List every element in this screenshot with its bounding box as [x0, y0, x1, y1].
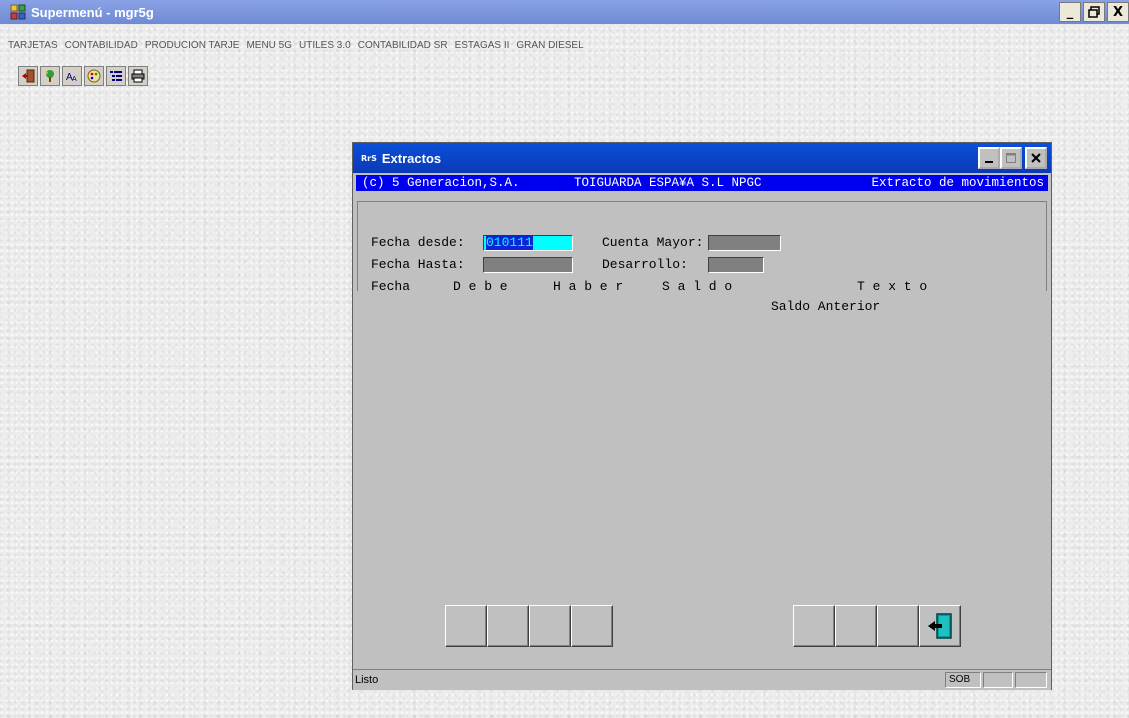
- action-button-7[interactable]: [877, 605, 919, 647]
- action-button-1[interactable]: [445, 605, 487, 647]
- menu-item-contabilidad-sr[interactable]: CONTABILIDAD SR: [358, 40, 448, 56]
- extractos-minimize-button[interactable]: [978, 147, 1000, 169]
- right-button-group: [793, 605, 961, 647]
- restore-icon: [1088, 6, 1100, 18]
- extractos-titlebar: RrS Extractos: [353, 143, 1051, 173]
- list-tree-icon: [110, 71, 122, 81]
- menu-item-tarjetas[interactable]: TARJETAS: [8, 40, 58, 56]
- restore-button[interactable]: [1083, 2, 1105, 22]
- main-titlebar: Supermenú - mgr5g _ X: [0, 0, 1129, 24]
- status-panel-2: [983, 672, 1013, 688]
- cuenta-mayor-input[interactable]: [708, 235, 781, 251]
- menu-item-contabilidad[interactable]: CONTABILIDAD: [65, 40, 138, 56]
- fecha-hasta-label: Fecha Hasta:: [371, 257, 465, 272]
- cuenta-mayor-label: Cuenta Mayor:: [602, 235, 704, 250]
- print-toolbar-button[interactable]: [128, 66, 148, 86]
- status-panel-3: [1015, 672, 1047, 688]
- tree-toolbar-button[interactable]: [40, 66, 60, 86]
- saldo-anterior-text: Saldo Anterior: [771, 299, 881, 314]
- left-button-group: [445, 605, 613, 647]
- extractos-close-button[interactable]: [1025, 147, 1047, 169]
- list-toolbar-button[interactable]: [106, 66, 126, 86]
- fecha-desde-label: Fecha desde:: [371, 235, 465, 250]
- action-button-5[interactable]: [793, 605, 835, 647]
- menu-item-utiles[interactable]: UTILES 3.0: [299, 40, 351, 56]
- desarrollo-label: Desarrollo:: [602, 257, 688, 272]
- fecha-hasta-input[interactable]: [483, 257, 573, 273]
- action-button-3[interactable]: [529, 605, 571, 647]
- status-text: Listo: [355, 674, 379, 686]
- action-button-2[interactable]: [487, 605, 529, 647]
- svg-text:A: A: [72, 76, 77, 83]
- close-icon: [1031, 153, 1041, 163]
- extractos-window: RrS Extractos (c) 5 Generacion,S.A. TOIG…: [352, 142, 1052, 690]
- exit-door-icon: [928, 613, 952, 639]
- column-fecha: Fecha: [371, 279, 411, 294]
- status-panel-sob: SOB: [945, 672, 981, 688]
- frame-corner-right: [1046, 281, 1047, 291]
- copyright-text: (c) 5 Generacion,S.A.: [362, 176, 520, 190]
- app-icon: [10, 4, 26, 20]
- app-title: Supermenú - mgr5g: [31, 4, 154, 20]
- exit-door-icon: [22, 69, 35, 83]
- menu-item-estagas[interactable]: ESTAGAS II: [455, 40, 510, 56]
- fecha-desde-selected-text: 010111: [486, 235, 533, 250]
- action-button-6[interactable]: [835, 605, 877, 647]
- main-window-controls: _ X: [1059, 2, 1129, 22]
- desarrollo-input[interactable]: [708, 257, 764, 273]
- exit-button[interactable]: [919, 605, 961, 647]
- extractos-title: Extractos: [381, 150, 442, 166]
- fecha-desde-value: 010111: [486, 235, 533, 251]
- info-bar: (c) 5 Generacion,S.A. TOIGUARDA ESPA¥A S…: [356, 175, 1048, 191]
- tree-icon: [46, 70, 54, 82]
- column-debe: D e b e: [453, 279, 508, 294]
- printer-icon: [131, 69, 145, 83]
- exit-toolbar-button[interactable]: [18, 66, 38, 86]
- frame-corner-left: [357, 281, 358, 291]
- palette-icon: [87, 69, 101, 83]
- extractos-maximize-button[interactable]: [1000, 147, 1022, 169]
- menu-item-gran-diesel[interactable]: GRAN DIESEL: [516, 40, 583, 56]
- module-name: Extracto de movimientos: [871, 176, 1044, 190]
- fecha-desde-input[interactable]: 010111: [483, 235, 573, 251]
- maximize-icon: [1006, 153, 1016, 163]
- menu-item-menu-5g[interactable]: MENU 5G: [246, 40, 292, 56]
- minimize-icon: [985, 161, 993, 163]
- extractos-window-controls: [978, 147, 1047, 169]
- minimize-button[interactable]: _: [1059, 2, 1081, 22]
- rrs-logo-icon: RrS: [361, 153, 377, 163]
- status-bar: Listo SOB: [353, 669, 1051, 690]
- menu-bar: TARJETAS CONTABILIDAD PRODUCION TARJE ME…: [0, 40, 584, 56]
- close-button[interactable]: X: [1107, 2, 1129, 22]
- font-toolbar-button[interactable]: A A: [62, 66, 82, 86]
- column-saldo: S a l d o: [662, 279, 733, 294]
- column-texto: T e x t o: [857, 279, 928, 294]
- company-name: TOIGUARDA ESPA¥A S.L NPGC: [574, 176, 762, 190]
- action-button-4[interactable]: [571, 605, 613, 647]
- column-haber: H a b e r: [553, 279, 624, 294]
- palette-toolbar-button[interactable]: [84, 66, 104, 86]
- toolbar: A A: [18, 66, 148, 86]
- menu-item-produccion-tarje[interactable]: PRODUCION TARJE: [145, 40, 240, 56]
- font-size-icon: A A: [66, 72, 77, 83]
